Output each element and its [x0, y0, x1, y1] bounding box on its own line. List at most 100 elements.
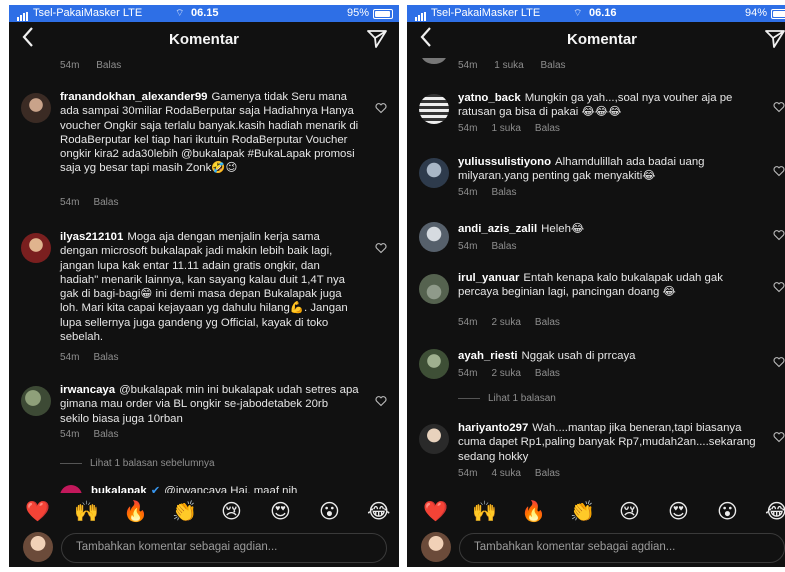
emoji-surprised[interactable]: 😮: [717, 499, 738, 524]
reply-link[interactable]: Balas: [93, 197, 118, 208]
like-count[interactable]: 2 suka: [491, 368, 520, 379]
like-count[interactable]: 2 suka: [491, 317, 520, 328]
comment-text: Moga aja dengan menjalin kerja sama deng…: [60, 231, 348, 344]
emoji-fire[interactable]: 🔥: [123, 499, 148, 524]
emoji-clap[interactable]: 👏: [570, 499, 595, 524]
emoji-clap[interactable]: 👏: [172, 499, 197, 524]
comment-username[interactable]: ayah_riesti: [458, 350, 518, 362]
comment-body: irwancaya @bukalapak min ini bukalapak ud…: [60, 383, 359, 426]
emoji-heart[interactable]: ❤️: [423, 499, 448, 524]
like-count[interactable]: 4 suka: [491, 468, 520, 479]
comment-username[interactable]: yuliussulistiyono: [458, 156, 551, 168]
comment-list[interactable]: 54m 1 suka Balas yatno_back Mungkin ga ya…: [407, 58, 785, 493]
comment-username[interactable]: andi_azis_zalil: [458, 223, 537, 235]
heart-outline-icon[interactable]: [773, 431, 785, 443]
reply-link[interactable]: Balas: [540, 60, 565, 71]
emoji-heart[interactable]: ❤️: [25, 499, 50, 524]
send-button[interactable]: [367, 30, 387, 53]
status-bar: Tsel-PakaiMasker LTE ⌔ 06.15 95%: [9, 5, 399, 22]
avatar[interactable]: [21, 233, 51, 263]
heart-outline-icon[interactable]: [773, 356, 785, 368]
comment-text: Nggak usah di prrcaya: [521, 350, 636, 362]
reply-link[interactable]: Balas: [491, 187, 516, 198]
comment-meta: 54m Balas: [458, 187, 530, 198]
heart-outline-icon[interactable]: [773, 165, 785, 177]
emoji-crying[interactable]: 😢: [221, 499, 242, 524]
comment-time: 54m: [458, 317, 478, 328]
comment-username[interactable]: irul_yanuar: [458, 272, 519, 284]
heart-outline-icon[interactable]: [375, 395, 387, 407]
comment-username[interactable]: ilyas212101: [60, 231, 123, 243]
reply-link[interactable]: Balas: [535, 368, 560, 379]
avatar[interactable]: [419, 349, 449, 379]
avatar[interactable]: [21, 386, 51, 416]
comment-meta: 54m 4 suka Balas: [458, 468, 574, 479]
comment-body: ayah_riesti Nggak usah di prrcaya: [458, 349, 757, 363]
comment-time: 54m: [60, 197, 80, 208]
battery-percent: 95%: [346, 7, 369, 19]
comment-composer: Tambahkan komentar sebagai agdian...: [9, 529, 399, 567]
emoji-raised-hands[interactable]: 🙌: [74, 499, 99, 524]
avatar[interactable]: [419, 424, 449, 454]
comments-screen-left: Tsel-PakaiMasker LTE ⌔ 06.15 95% Komenta…: [9, 5, 399, 567]
comment-body: andi_azis_zalil Heleh😂: [458, 222, 757, 236]
comment-meta: 54m Balas: [458, 241, 530, 252]
emoji-surprised[interactable]: 😮: [319, 499, 340, 524]
heart-outline-icon[interactable]: [773, 101, 785, 113]
emoji-heart-eyes[interactable]: 😍: [270, 499, 291, 524]
emoji-reaction-bar: ❤️ 🙌 🔥 👏 😢 😍 😮 😂: [9, 493, 399, 527]
header: Komentar: [9, 22, 399, 58]
heart-outline-icon[interactable]: [773, 281, 785, 293]
comment-username[interactable]: hariyanto297: [458, 422, 528, 434]
comment-body: franandokhan_alexander99 Gamenya tidak Se…: [60, 90, 359, 176]
avatar[interactable]: [419, 158, 449, 188]
heart-outline-icon[interactable]: [375, 102, 387, 114]
comment-list[interactable]: 54m Balas franandokhan_alexander99 Gameny…: [9, 58, 399, 493]
heart-outline-icon[interactable]: [375, 242, 387, 254]
reply-link[interactable]: Balas: [491, 241, 516, 252]
comment-username[interactable]: yatno_back: [458, 92, 521, 104]
comment-input[interactable]: Tambahkan komentar sebagai agdian...: [61, 533, 387, 563]
avatar[interactable]: [60, 485, 82, 493]
like-count[interactable]: 1 suka: [491, 123, 520, 134]
signal-icon: [17, 9, 29, 21]
comment-body: irul_yanuar Entah kenapa kalo bukalapak u…: [458, 271, 757, 300]
like-count[interactable]: 1 suka: [494, 60, 523, 71]
emoji-raised-hands[interactable]: 🙌: [472, 499, 497, 524]
wifi-icon: ⌔: [175, 8, 185, 19]
emoji-heart-eyes[interactable]: 😍: [668, 499, 689, 524]
reply-link[interactable]: Balas: [535, 317, 560, 328]
emoji-laughing[interactable]: 😂: [367, 499, 390, 524]
view-replies-link[interactable]: Lihat 1 balasan: [458, 393, 556, 404]
comment-meta: 54m 1 suka Balas: [458, 60, 580, 71]
avatar[interactable]: [419, 222, 449, 252]
emoji-fire[interactable]: 🔥: [521, 499, 546, 524]
comment-username[interactable]: franandokhan_alexander99: [60, 91, 208, 103]
reply-link[interactable]: Balas: [96, 60, 121, 71]
avatar[interactable]: [419, 274, 449, 304]
reply-link[interactable]: Balas: [93, 352, 118, 363]
reply-link[interactable]: Balas: [535, 468, 560, 479]
comment-body: yatno_back Mungkin ga yah...,soal nya vou…: [458, 91, 757, 120]
comment-input[interactable]: Tambahkan komentar sebagai agdian...: [459, 533, 785, 563]
comment-time: 54m: [60, 60, 80, 71]
comment-time: 54m: [458, 368, 478, 379]
heart-outline-icon[interactable]: [773, 229, 785, 241]
signal-icon: [415, 9, 427, 21]
view-replies-link[interactable]: Lihat 1 balasan sebelumnya: [60, 458, 215, 469]
avatar[interactable]: [419, 94, 449, 124]
comment-time: 54m: [60, 429, 80, 440]
battery-percent: 94%: [744, 7, 767, 19]
comment-time: 54m: [458, 187, 478, 198]
emoji-laughing[interactable]: 😂: [765, 499, 785, 524]
emoji-crying[interactable]: 😢: [619, 499, 640, 524]
send-button[interactable]: [765, 30, 785, 53]
status-time: 06.16: [589, 7, 617, 19]
status-bar: Tsel-PakaiMasker LTE ⌔ 06.16 94%: [407, 5, 785, 22]
reply-link[interactable]: Balas: [535, 123, 560, 134]
comment-username[interactable]: irwancaya: [60, 384, 115, 396]
avatar[interactable]: [21, 93, 51, 123]
reply-link[interactable]: Balas: [93, 429, 118, 440]
page-title: Komentar: [566, 31, 637, 48]
comment-username[interactable]: bukalapak: [91, 485, 147, 493]
